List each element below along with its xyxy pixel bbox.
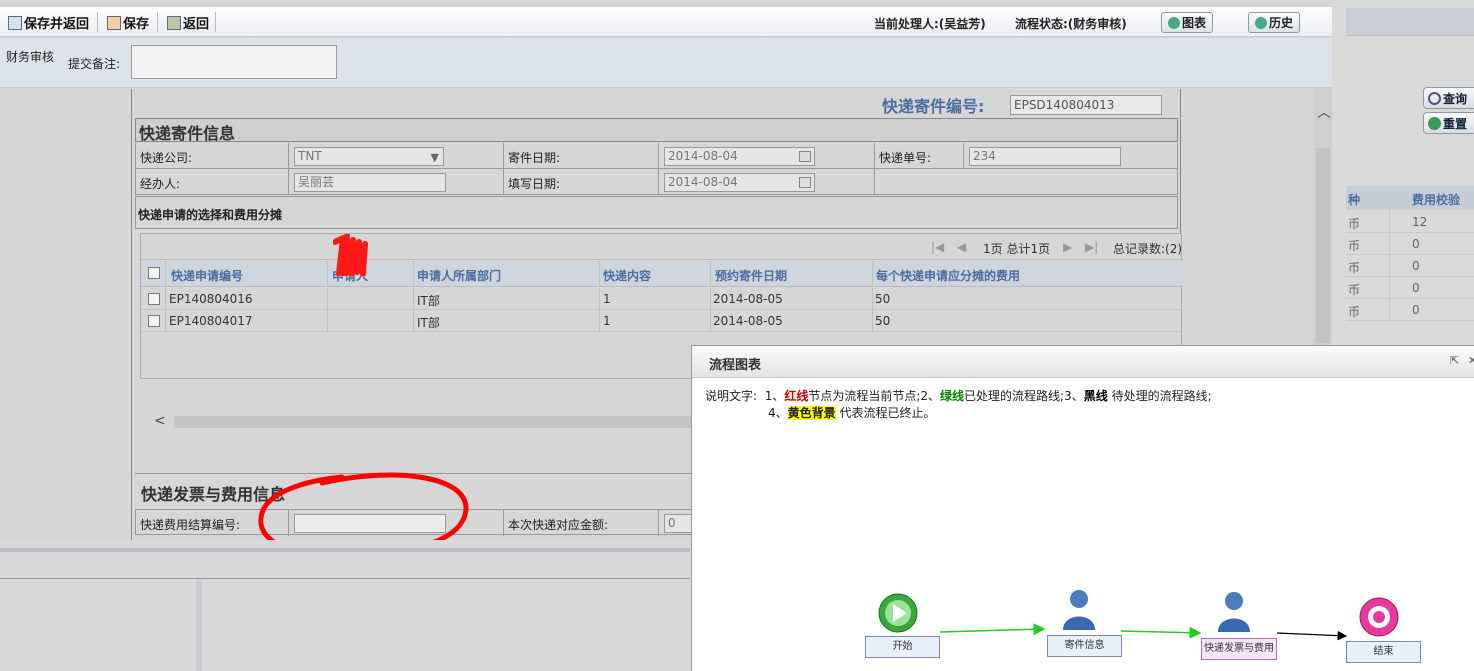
handler-field[interactable]: 吴丽芸 — [294, 173, 446, 192]
next-page-icon[interactable]: ▶ — [1063, 240, 1072, 254]
save-button[interactable]: 保存 — [107, 13, 149, 32]
chart-icon — [1167, 16, 1180, 29]
column-divider — [1389, 186, 1390, 322]
table-row[interactable]: EP140804017 IT部 1 2014-08-05 50 — [141, 310, 1183, 332]
chevron-left-icon[interactable]: < — [154, 413, 166, 429]
row-checkbox[interactable] — [148, 293, 160, 305]
panel-divider — [0, 548, 690, 552]
save-return-button[interactable]: 保存并返回 — [8, 13, 89, 32]
tracking-number-field[interactable]: 234 — [969, 147, 1121, 166]
save-return-icon — [8, 15, 22, 30]
current-handler: 当前处理人:(吴益芳) — [874, 17, 986, 31]
search-icon — [1428, 91, 1441, 105]
toolbar-divider — [97, 12, 98, 32]
flow-chart-dialog: 流程图表 ⇱ ✕ 说明文字: 1、红线节点为流程当前节点;2、绿线已处理的流程路… — [691, 345, 1474, 671]
back-icon — [167, 15, 181, 30]
stage-label: 财务审核 — [6, 50, 55, 64]
redaction-scribble — [333, 234, 368, 276]
remark-bar: 财务审核 提交备注: — [0, 38, 1332, 88]
remark-label: 提交备注: — [68, 57, 121, 71]
table-row[interactable]: 币0 — [1346, 277, 1474, 299]
chevron-up-icon[interactable]: ︿ — [1317, 102, 1331, 122]
calendar-icon[interactable] — [799, 151, 811, 162]
flow-node-invoice[interactable]: 快递发票与费用 — [1201, 638, 1277, 660]
start-node-icon[interactable] — [878, 593, 918, 633]
panel-divider — [0, 578, 690, 579]
flow-node-shipping[interactable]: 寄件信息 — [1047, 635, 1122, 657]
calendar-icon[interactable] — [799, 177, 811, 188]
right-panel-toolbar — [1346, 8, 1474, 36]
flow-node-start[interactable]: 开始 — [865, 636, 940, 658]
done-flow-line — [939, 623, 1046, 636]
done-flow-line — [1120, 626, 1202, 639]
history-icon — [1254, 16, 1267, 29]
query-button[interactable]: 查询 — [1423, 87, 1474, 109]
end-node-icon[interactable] — [1359, 597, 1399, 637]
table-row[interactable]: 币0 — [1346, 299, 1474, 321]
pending-flow-line — [1276, 630, 1348, 641]
scroll-thumb[interactable] — [1316, 148, 1330, 343]
code-field[interactable]: EPSD140804013 — [1010, 95, 1162, 115]
section-courier-info: 快递寄件信息 — [135, 118, 1178, 143]
user-task-icon[interactable] — [1063, 590, 1095, 630]
user-task-icon[interactable] — [1218, 592, 1250, 632]
select-all-checkbox[interactable] — [148, 267, 160, 279]
table-row[interactable]: 币0 — [1346, 255, 1474, 277]
subsection-allocation: 快递申请的选择和费用分摊 — [135, 196, 1178, 229]
last-page-icon[interactable]: ▶| — [1085, 240, 1098, 254]
prev-page-icon[interactable]: ◀ — [957, 240, 966, 254]
toolbar-divider — [215, 12, 216, 32]
process-status: 流程状态:(财务审核) — [1015, 17, 1127, 31]
code-label: 快递寄件编号: — [882, 97, 985, 116]
floppy-disk-icon — [107, 15, 121, 30]
fill-date-field[interactable]: 2014-08-04 — [664, 173, 815, 192]
bottom-panel — [0, 540, 690, 671]
form-row-handler: 经办人: 吴丽芸 填写日期: 2014-08-04 — [135, 169, 1178, 195]
first-page-icon[interactable]: |◀ — [931, 240, 944, 254]
table-row[interactable]: 币0 — [1346, 233, 1474, 255]
toolbar: 保存并返回 保存 返回 当前处理人:(吴益芳) 流程状态:(财务审核) 图表 历… — [0, 7, 1332, 37]
chart-button[interactable]: 图表 — [1161, 12, 1213, 33]
total-records: 总记录数:(2) — [1113, 242, 1183, 256]
toolbar-divider — [157, 12, 158, 32]
courier-select[interactable]: TNT ▼ — [294, 147, 444, 166]
pager: |◀ ◀ 1页 总计1页 ▶ ▶| 总记录数:(2) — [141, 234, 1183, 260]
right-grid-header: 种 费用校验 — [1346, 186, 1474, 210]
table-row[interactable]: 币 12 — [1346, 211, 1474, 233]
flow-node-end[interactable]: 结束 — [1346, 641, 1421, 663]
page-info: 1页 总计1页 — [983, 242, 1051, 256]
back-button[interactable]: 返回 — [167, 13, 209, 32]
reset-button[interactable]: 重置 — [1423, 112, 1474, 134]
send-date-field[interactable]: 2014-08-04 — [664, 147, 815, 166]
splitter[interactable] — [196, 579, 202, 671]
refresh-icon — [1428, 116, 1441, 130]
row-checkbox[interactable] — [148, 315, 160, 327]
flow-diagram — [878, 590, 1399, 641]
grid-header: 快递申请编号 申请人 申请人所属部门 快递内容 预约寄件日期 每个快递申请应分摊… — [141, 261, 1183, 287]
table-row[interactable]: EP140804016 IT部 1 2014-08-05 50 — [141, 288, 1183, 310]
chevron-down-icon: ▼ — [430, 151, 439, 164]
form-row-courier: 快递公司: TNT ▼ 寄件日期: 2014-08-04 快递单号: 234 — [135, 143, 1178, 169]
background-list-panel: 查询 重置 种 费用校验 币 12 币0 币0 币0 币0 — [1332, 0, 1474, 345]
remark-input[interactable] — [131, 45, 337, 79]
history-button[interactable]: 历史 — [1248, 12, 1300, 33]
